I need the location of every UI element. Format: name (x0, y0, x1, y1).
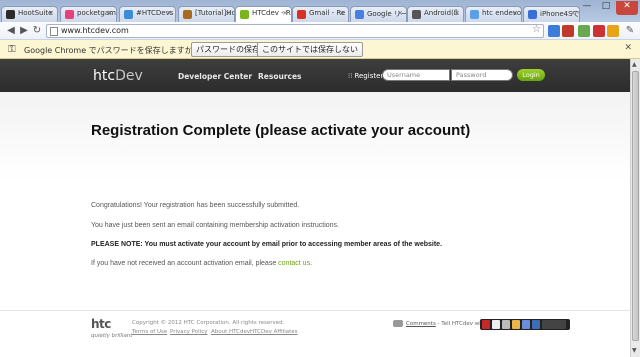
address-url: www.htcdev.com (61, 26, 129, 35)
save-password-button[interactable]: パスワードの保存 (191, 42, 265, 57)
main-content: Registration Complete (please activate y… (0, 92, 630, 310)
maximize-button[interactable]: □ (597, 1, 615, 15)
site-footer: htc quietly brilliant Copyright © 2012 H… (0, 310, 630, 357)
browser-tab[interactable]: Gmail - Re × (292, 6, 349, 22)
share-icon[interactable] (532, 320, 540, 329)
activation-note: PLEASE NOTE: You must activate your acco… (91, 241, 443, 248)
favicon-icon (297, 10, 306, 19)
extension-badge-icon[interactable] (562, 25, 574, 37)
register-link[interactable]: ⁞⁞ Register (348, 72, 383, 80)
share-toolbar (480, 319, 570, 330)
favicon-icon (240, 10, 249, 19)
favicon-icon (124, 10, 133, 19)
scroll-thumb[interactable] (632, 71, 639, 341)
browser-tab[interactable]: Google リー × (350, 6, 407, 22)
footer-affiliates-link[interactable]: HTCDev Affiliates (250, 329, 298, 335)
favicon-icon (470, 10, 479, 19)
tab-close-icon[interactable]: × (339, 9, 345, 17)
tab-close-icon[interactable]: × (166, 9, 172, 17)
tab-close-icon[interactable]: × (282, 9, 288, 17)
congrats-text: Congratulations! Your registration has b… (91, 202, 300, 209)
close-icon[interactable]: ✕ (624, 43, 632, 53)
browser-tab[interactable]: iPhone4Sで × (523, 6, 580, 22)
page-scrollbar[interactable]: ▲ ▼ (630, 59, 640, 357)
login-button[interactable]: Login (517, 69, 545, 81)
tab-close-icon[interactable]: × (225, 9, 231, 17)
password-infobar: ⚿ Google Chrome でパスワードを保存しますか？ パスワードの保存 … (0, 40, 640, 59)
username-input[interactable]: Username (382, 69, 450, 81)
htc-footer-logo: htc (91, 317, 111, 331)
comments-widget: Comments - Tell HTCdev what (393, 320, 488, 327)
logo-dev: Dev (115, 68, 143, 84)
browser-tab[interactable]: #HTCDevs × (119, 6, 176, 22)
footer-privacy-link[interactable]: Privacy Policy (170, 329, 207, 335)
logo-htc: htc (93, 68, 116, 84)
never-save-button[interactable]: このサイトでは保存しない (257, 42, 363, 57)
favicon-icon (355, 10, 364, 19)
share-icon[interactable] (492, 320, 500, 329)
page-title: Registration Complete (please activate y… (91, 122, 471, 139)
favicon-icon (65, 10, 74, 19)
favicon-icon (6, 10, 15, 19)
tab-close-icon[interactable]: × (512, 9, 518, 17)
infobar-message: Google Chrome でパスワードを保存しますか？ (24, 46, 201, 55)
tab-label: Android(ß (424, 9, 459, 17)
share-icon[interactable] (502, 320, 510, 329)
tab-close-icon[interactable]: × (48, 9, 54, 17)
browser-tab[interactable]: HootSuite × (1, 6, 58, 22)
site-header: htcDev Developer Center Resources ⁞⁞ Regi… (0, 59, 630, 92)
share-icon[interactable] (522, 320, 530, 329)
share-icon[interactable] (482, 320, 490, 329)
browser-tab[interactable]: [Tutorial]Ho × (178, 6, 235, 22)
contact-prefix: If you have not received an account acti… (91, 260, 279, 267)
close-window-button[interactable]: ✕ (616, 1, 638, 15)
browser-toolbar: ◀ ▶ ↻ www.htcdev.com ☆ ✎ (0, 22, 640, 40)
page-icon (50, 27, 58, 36)
scroll-down-icon[interactable]: ▼ (632, 347, 637, 354)
reload-icon[interactable]: ↻ (31, 24, 43, 37)
tab-close-icon[interactable]: × (454, 9, 460, 17)
extension-icon[interactable] (607, 25, 619, 37)
browser-tab[interactable]: HTCdev - R × (235, 6, 292, 23)
htcdev-logo[interactable]: htcDev (93, 68, 143, 84)
comments-link[interactable]: Comments (406, 321, 436, 327)
address-bar[interactable]: www.htcdev.com (46, 24, 544, 38)
nav-developer-center[interactable]: Developer Center (178, 72, 252, 81)
contact-us-link[interactable]: contact us (278, 260, 310, 267)
scroll-up-icon[interactable]: ▲ (632, 61, 637, 68)
password-input[interactable]: Password (451, 69, 513, 81)
footer-about-link[interactable]: About HTCdev (211, 329, 250, 335)
tagline: quietly brilliant (91, 333, 133, 339)
copyright: Copyright © 2012 HTC Corporation. All ri… (132, 320, 285, 326)
tab-close-icon[interactable]: × (107, 9, 113, 17)
key-icon: ⚿ (8, 44, 16, 55)
footer-terms-link[interactable]: Terms of Use (132, 329, 167, 335)
wrench-icon[interactable]: ✎ (624, 24, 636, 37)
comment-bubble-icon (393, 320, 403, 327)
share-icon[interactable] (512, 320, 520, 329)
register-label: Register (354, 72, 384, 80)
nav-resources[interactable]: Resources (258, 72, 302, 81)
contact-text: If you have not received an account acti… (91, 260, 312, 267)
forward-arrow-icon[interactable]: ▶ (18, 24, 30, 37)
tab-close-icon[interactable]: × (570, 9, 576, 17)
tab-close-icon[interactable]: × (397, 9, 403, 17)
gmail-icon[interactable] (593, 25, 605, 37)
back-arrow-icon[interactable]: ◀ (5, 24, 17, 37)
bookmark-star-icon[interactable]: ☆ (532, 24, 541, 35)
share-more-icon[interactable] (542, 320, 566, 329)
contact-suffix: . (310, 260, 313, 267)
browser-tab[interactable]: Android(ß × (407, 6, 464, 22)
favicon-icon (412, 10, 421, 19)
minimize-button[interactable]: — (578, 1, 596, 15)
browser-tab[interactable]: pocketgam × (60, 6, 117, 22)
grid-icon: ⁞⁞ (348, 72, 353, 80)
browser-tab[interactable]: htc endevo × (465, 6, 522, 22)
tab-strip: HootSuite × pocketgam × #HTCDevs × [Tutorial]H… (0, 0, 640, 23)
extension-icon[interactable] (578, 25, 590, 37)
favicon-icon (528, 10, 537, 19)
favicon-icon (183, 10, 192, 19)
extension-icon[interactable] (548, 25, 560, 37)
email-sent-text: You have just been sent an email contain… (91, 222, 339, 229)
